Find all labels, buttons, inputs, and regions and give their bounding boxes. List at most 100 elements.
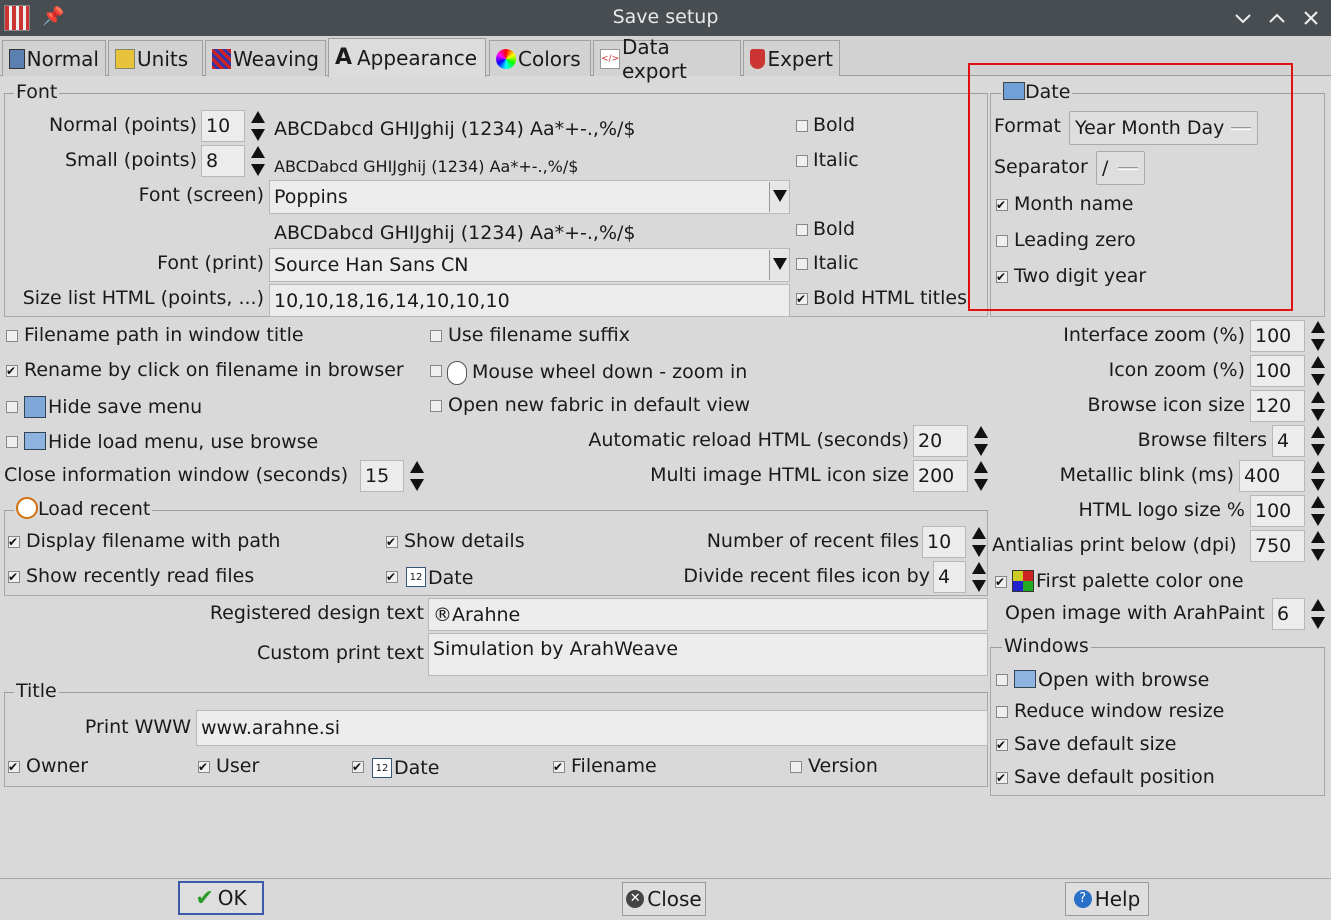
antialias-input[interactable]: 750 xyxy=(1250,530,1305,562)
multi-image-input[interactable]: 200 xyxy=(913,460,968,492)
recent-date-checkbox[interactable] xyxy=(386,571,398,583)
show-details-checkbox[interactable] xyxy=(386,536,398,548)
browse-icon-size-input[interactable]: 120 xyxy=(1250,390,1305,422)
arahpaint-stepper[interactable] xyxy=(1308,599,1328,629)
hide-load-checkbox[interactable] xyxy=(6,436,18,448)
normal-points-stepper[interactable] xyxy=(248,111,268,141)
browse-icon-size-label: Browse icon size xyxy=(1087,394,1246,416)
minimize-icon[interactable] xyxy=(1233,8,1253,28)
filename-path-checkbox[interactable] xyxy=(6,330,18,342)
close-info-label: Close information window (seconds) xyxy=(4,464,349,486)
use-suffix-checkbox[interactable] xyxy=(430,330,442,342)
italic-checkbox[interactable] xyxy=(796,155,808,167)
first-palette-checkbox[interactable] xyxy=(995,576,1007,588)
interface-zoom-input[interactable]: 100 xyxy=(1250,320,1305,352)
user-checkbox[interactable] xyxy=(198,761,210,773)
tab-normal[interactable]: Normal xyxy=(2,40,106,76)
interface-zoom-stepper[interactable] xyxy=(1308,321,1328,351)
browse-filters-stepper[interactable] xyxy=(1308,426,1328,456)
html-logo-input[interactable]: 100 xyxy=(1250,495,1305,527)
auto-reload-stepper[interactable] xyxy=(971,426,991,456)
registered-text-label: Registered design text xyxy=(209,602,424,624)
help-button[interactable]: ? Help xyxy=(1065,882,1149,916)
print-bold-label: Bold xyxy=(813,218,855,240)
filename-path-label: Filename path in window title xyxy=(24,324,304,346)
arahpaint-label: Open image with ArahPaint xyxy=(1005,602,1265,624)
print-www-input[interactable]: www.arahne.si xyxy=(196,710,988,746)
tab-units[interactable]: Units xyxy=(108,40,203,76)
ok-button[interactable]: ✔ OK xyxy=(178,881,264,915)
version-checkbox[interactable] xyxy=(790,761,802,773)
multi-image-label: Multi image HTML icon size xyxy=(650,464,909,486)
html-logo-label: HTML logo size % xyxy=(1078,499,1245,521)
font-print-select[interactable]: Source Han Sans CN xyxy=(269,248,790,282)
font-print-dropdown-button[interactable] xyxy=(769,250,789,280)
html-logo-stepper[interactable] xyxy=(1308,496,1328,526)
palette-icon xyxy=(1012,570,1034,592)
hide-save-checkbox[interactable] xyxy=(6,401,18,413)
font-screen-dropdown-button[interactable] xyxy=(769,182,789,212)
tab-colors[interactable]: Colors xyxy=(489,40,591,76)
open-new-fabric-checkbox[interactable] xyxy=(430,400,442,412)
close-button[interactable]: ✕ Close xyxy=(622,882,706,916)
owner-checkbox[interactable] xyxy=(8,761,20,773)
highlight-box xyxy=(968,63,1293,311)
small-points-stepper[interactable] xyxy=(248,146,268,176)
open-browse-checkbox[interactable] xyxy=(996,674,1008,686)
maximize-icon[interactable] xyxy=(1267,8,1287,28)
bold-checkbox[interactable] xyxy=(796,120,808,132)
weaving-tab-icon xyxy=(212,48,232,69)
tab-weaving[interactable]: Weaving xyxy=(205,40,326,76)
metallic-blink-input[interactable]: 400 xyxy=(1239,460,1305,492)
size-list-input[interactable]: 10,10,18,16,14,10,10,10 xyxy=(269,284,790,317)
show-recent-checkbox[interactable] xyxy=(8,571,20,583)
divide-icon-input[interactable]: 4 xyxy=(933,561,966,593)
num-recent-input[interactable]: 10 xyxy=(922,526,966,558)
icon-zoom-stepper[interactable] xyxy=(1308,356,1328,386)
open-browse-label: Open with browse xyxy=(1038,669,1210,691)
expert-tab-icon xyxy=(750,48,766,69)
custom-print-input[interactable]: Simulation by ArahWeave xyxy=(428,633,988,676)
rename-click-checkbox[interactable] xyxy=(6,365,18,377)
registered-text-input[interactable]: ®Arahne xyxy=(428,598,988,631)
tab-appearance[interactable]: A Appearance xyxy=(328,38,486,77)
browse-icon-size-stepper[interactable] xyxy=(1308,391,1328,421)
arahpaint-input[interactable]: 6 xyxy=(1272,598,1305,630)
colors-tab-icon xyxy=(496,48,516,69)
close-window-icon[interactable] xyxy=(1301,8,1321,28)
normal-points-input[interactable]: 10 xyxy=(201,110,245,142)
antialias-stepper[interactable] xyxy=(1308,531,1328,561)
divide-icon-stepper[interactable] xyxy=(969,562,989,592)
save-icon xyxy=(24,396,46,418)
tab-expert[interactable]: Expert xyxy=(743,40,840,76)
small-points-input[interactable]: 8 xyxy=(201,145,245,177)
metallic-blink-stepper[interactable] xyxy=(1308,461,1328,491)
save-position-checkbox[interactable] xyxy=(996,772,1008,784)
title-date-icon: 12 xyxy=(372,758,392,778)
close-info-input[interactable]: 15 xyxy=(360,460,404,492)
recent-date-label: Date xyxy=(428,567,474,589)
folder-icon xyxy=(24,432,46,450)
display-path-checkbox[interactable] xyxy=(8,536,20,548)
icon-zoom-input[interactable]: 100 xyxy=(1250,355,1305,387)
num-recent-stepper[interactable] xyxy=(969,527,989,557)
clock-icon xyxy=(16,497,38,519)
close-info-stepper[interactable] xyxy=(407,461,427,491)
close-icon: ✕ xyxy=(626,890,645,908)
appearance-tab-icon: A xyxy=(335,45,353,70)
title-date-checkbox[interactable] xyxy=(352,761,364,773)
font-screen-select[interactable]: Poppins xyxy=(269,180,790,214)
reduce-resize-checkbox[interactable] xyxy=(996,706,1008,718)
mouse-wheel-checkbox[interactable] xyxy=(430,365,442,377)
filename-checkbox[interactable] xyxy=(553,761,565,773)
italic-label: Italic xyxy=(813,149,859,171)
auto-reload-input[interactable]: 20 xyxy=(913,425,968,457)
multi-image-stepper[interactable] xyxy=(971,461,991,491)
print-bold-checkbox[interactable] xyxy=(796,224,808,236)
bold-html-titles-checkbox[interactable] xyxy=(796,293,808,305)
print-italic-checkbox[interactable] xyxy=(796,258,808,270)
save-size-checkbox[interactable] xyxy=(996,739,1008,751)
help-icon: ? xyxy=(1073,890,1092,908)
browse-filters-input[interactable]: 4 xyxy=(1272,425,1305,457)
tab-data-export[interactable]: </> Data export xyxy=(593,35,741,83)
